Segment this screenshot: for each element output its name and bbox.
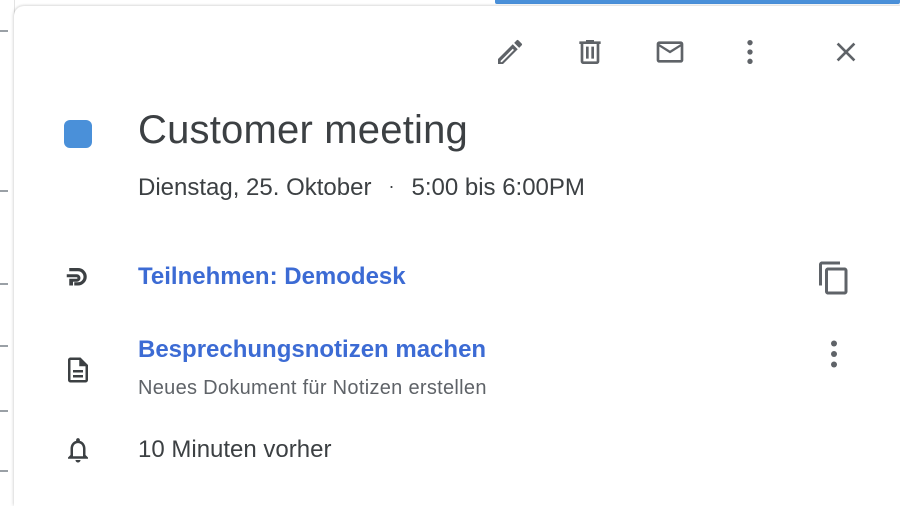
pencil-icon xyxy=(498,39,523,64)
background-gridline xyxy=(0,283,8,285)
close-icon xyxy=(836,42,856,62)
background-gridline xyxy=(0,410,8,412)
demodesk-logo-icon xyxy=(58,258,98,298)
more-options-button[interactable] xyxy=(726,28,774,76)
edit-event-button[interactable] xyxy=(486,28,534,76)
notes-more-button[interactable] xyxy=(812,332,856,376)
background-gridline xyxy=(0,30,8,32)
meeting-notes-description: Neues Dokument für Notizen erstellen xyxy=(138,377,487,399)
copy-conference-button[interactable] xyxy=(812,256,856,300)
reminder-text: 10 Minuten vorher xyxy=(138,436,332,463)
event-date: Dienstag, 25. Oktober xyxy=(138,174,372,201)
more-vertical-icon xyxy=(831,340,837,368)
more-vertical-icon xyxy=(747,40,753,64)
email-guests-button[interactable] xyxy=(646,28,694,76)
background-calendar-edge xyxy=(0,0,15,492)
delete-event-button[interactable] xyxy=(566,28,614,76)
document-icon xyxy=(58,350,98,390)
trash-icon xyxy=(579,40,601,64)
meeting-notes-link[interactable]: Besprechungsnotizen machen xyxy=(138,336,486,364)
bell-icon xyxy=(58,430,98,470)
background-gridline xyxy=(0,190,8,192)
background-gridline xyxy=(0,470,8,472)
close-button[interactable] xyxy=(822,28,870,76)
event-datetime: Dienstag, 25. Oktober · 5:00 bis 6:00PM xyxy=(138,174,585,202)
copy-icon xyxy=(819,261,848,295)
event-time: 5:00 bis 6:00PM xyxy=(411,174,585,201)
join-conference-link[interactable]: Teilnehmen: Demodesk xyxy=(138,263,406,291)
background-event-chip xyxy=(495,0,900,4)
background-gridline xyxy=(0,345,8,347)
popover-toolbar xyxy=(14,28,900,76)
event-title: Customer meeting xyxy=(138,108,468,152)
datetime-separator: · xyxy=(388,176,395,196)
event-details-popover: Customer meeting Dienstag, 25. Oktober · 5… xyxy=(14,6,900,506)
mail-icon xyxy=(656,41,684,63)
event-color-swatch xyxy=(64,120,92,148)
